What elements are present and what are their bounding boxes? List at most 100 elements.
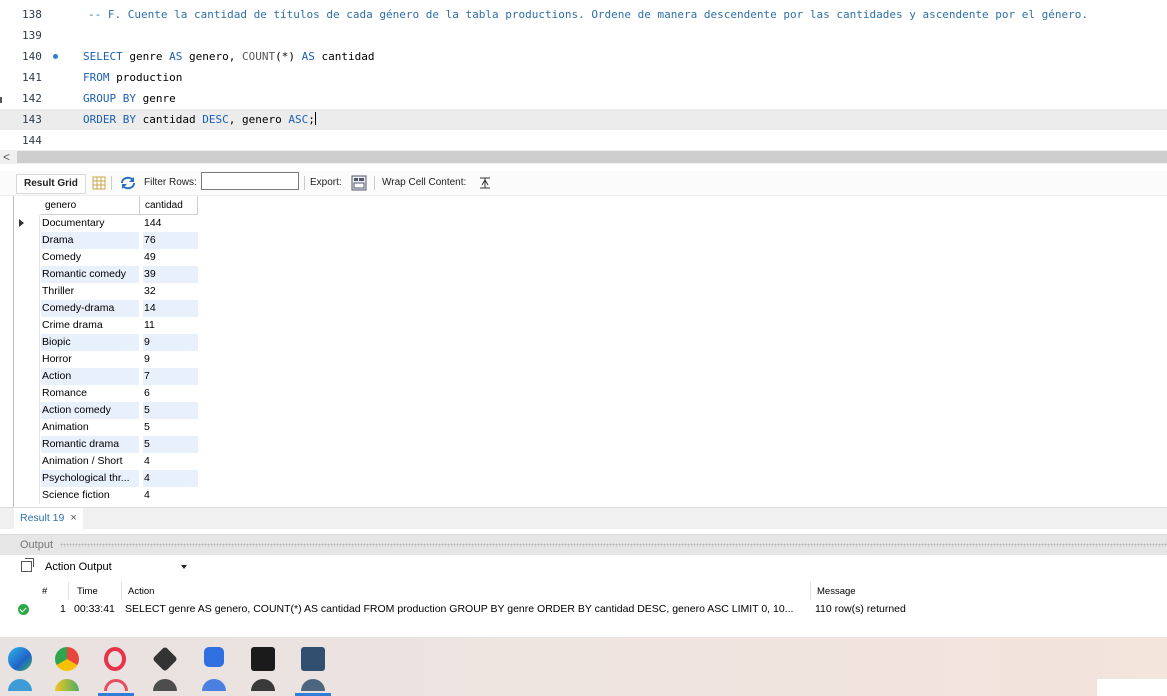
- cell-genero[interactable]: Animation: [41, 419, 139, 436]
- row-selector[interactable]: [13, 487, 40, 504]
- row-selector[interactable]: [13, 317, 40, 334]
- code-line[interactable]: 138 -- F. Cuente la cantidad de títulos d…: [0, 4, 1167, 25]
- cell-genero[interactable]: Biopic: [41, 334, 139, 351]
- row-selector[interactable]: [13, 334, 40, 351]
- row-selector[interactable]: [13, 368, 40, 385]
- cell-genero[interactable]: Science fiction: [41, 487, 139, 504]
- taskbar-app[interactable]: [243, 642, 283, 696]
- result-grid-tab[interactable]: Result Grid: [16, 174, 86, 194]
- cell-genero[interactable]: Crime drama: [41, 317, 139, 334]
- cell-cantidad[interactable]: 32: [143, 283, 198, 300]
- table-row[interactable]: Action 7: [13, 368, 198, 385]
- row-selector[interactable]: [13, 300, 40, 317]
- row-selector[interactable]: [13, 419, 40, 436]
- code-line[interactable]: 143 ORDER BY cantidad DESC, genero ASC;: [0, 109, 1167, 130]
- result-19-tab[interactable]: Result 19 ×: [14, 508, 83, 529]
- column-header-genero[interactable]: genero: [40, 196, 140, 215]
- table-row[interactable]: Romantic drama 5: [13, 436, 198, 453]
- row-selector[interactable]: [13, 385, 40, 402]
- cell-cantidad[interactable]: 4: [143, 487, 198, 504]
- action-output-select[interactable]: Action Output: [40, 558, 190, 576]
- row-selector[interactable]: [13, 470, 40, 487]
- refresh-icon[interactable]: [120, 176, 136, 193]
- cell-cantidad[interactable]: 49: [143, 249, 198, 266]
- table-row[interactable]: Science fiction 4: [13, 487, 198, 504]
- cell-cantidad[interactable]: 11: [143, 317, 198, 334]
- export-icon[interactable]: [351, 175, 369, 194]
- table-row[interactable]: Action comedy 5: [13, 402, 198, 419]
- cell-cantidad[interactable]: 5: [143, 402, 198, 419]
- cell-genero[interactable]: Horror: [41, 351, 139, 368]
- table-row[interactable]: Romance 6: [13, 385, 198, 402]
- cell-genero[interactable]: Comedy-drama: [41, 300, 139, 317]
- row-selector[interactable]: [13, 453, 40, 470]
- cell-cantidad[interactable]: 39: [143, 266, 198, 283]
- table-row[interactable]: Psychological thr... 4: [13, 470, 198, 487]
- result-grid[interactable]: genero cantidad Documentary 144 Drama 76 Com…: [13, 196, 198, 507]
- cell-genero[interactable]: Romantic drama: [41, 436, 139, 453]
- table-row[interactable]: Comedy 49: [13, 249, 198, 266]
- row-selector[interactable]: [13, 232, 40, 249]
- cell-cantidad[interactable]: 76: [143, 232, 198, 249]
- cell-cantidad[interactable]: 5: [143, 436, 198, 453]
- cell-cantidad[interactable]: 7: [143, 368, 198, 385]
- table-row[interactable]: Biopic 9: [13, 334, 198, 351]
- filter-rows-input[interactable]: [201, 172, 299, 190]
- cell-cantidad[interactable]: 9: [143, 351, 198, 368]
- close-icon[interactable]: ×: [70, 512, 76, 524]
- taskbar-app[interactable]: [293, 642, 333, 696]
- wrap-cell-icon[interactable]: [479, 177, 491, 192]
- cell-cantidad[interactable]: 144: [143, 215, 198, 232]
- taskbar-app[interactable]: [96, 642, 136, 696]
- table-row[interactable]: Comedy-drama 14: [13, 300, 198, 317]
- table-row[interactable]: Animation 5: [13, 419, 198, 436]
- taskbar-app[interactable]: [0, 642, 40, 696]
- output-row-action[interactable]: SELECT genre AS genero, COUNT(*) AS cant…: [125, 602, 793, 616]
- cell-genero[interactable]: Thriller: [41, 283, 139, 300]
- table-row[interactable]: Drama 76: [13, 232, 198, 249]
- row-selector[interactable]: [13, 283, 40, 300]
- row-selector[interactable]: [13, 436, 40, 453]
- taskbar-app[interactable]: [194, 642, 234, 696]
- row-selector[interactable]: [13, 249, 40, 266]
- cell-genero[interactable]: Psychological thr...: [41, 470, 139, 487]
- scrollbar-thumb[interactable]: [17, 151, 1167, 163]
- column-header-cantidad[interactable]: cantidad: [140, 196, 198, 215]
- cell-genero[interactable]: Romance: [41, 385, 139, 402]
- cell-cantidad[interactable]: 14: [143, 300, 198, 317]
- code-line[interactable]: 139: [0, 25, 1167, 46]
- code-line[interactable]: 142 GROUP BY genre: [0, 88, 1167, 109]
- cell-cantidad[interactable]: 5: [143, 419, 198, 436]
- taskbar-app[interactable]: [47, 642, 87, 696]
- table-row[interactable]: Horror 9: [13, 351, 198, 368]
- taskbar-app[interactable]: [145, 642, 185, 696]
- cell-cantidad[interactable]: 4: [143, 470, 198, 487]
- cell-cantidad[interactable]: 4: [143, 453, 198, 470]
- sql-editor[interactable]: 138 -- F. Cuente la cantidad de títulos d…: [0, 0, 1167, 150]
- row-selector[interactable]: [13, 266, 40, 283]
- row-selector[interactable]: [13, 351, 40, 368]
- cell-genero[interactable]: Documentary: [41, 215, 139, 232]
- code-line[interactable]: 140 SELECT genre AS genero, COUNT(*) AS c…: [0, 46, 1167, 67]
- cell-cantidad[interactable]: 9: [143, 334, 198, 351]
- table-row[interactable]: Thriller 32: [13, 283, 198, 300]
- row-selector[interactable]: [13, 215, 40, 232]
- cell-cantidad[interactable]: 6: [143, 385, 198, 402]
- cell-genero[interactable]: Action comedy: [41, 402, 139, 419]
- code-line[interactable]: 144: [0, 130, 1167, 150]
- copy-icon[interactable]: [21, 558, 34, 572]
- row-selector[interactable]: [13, 402, 40, 419]
- cell-genero[interactable]: Action: [41, 368, 139, 385]
- table-row[interactable]: Crime drama 11: [13, 317, 198, 334]
- cell-genero[interactable]: Drama: [41, 232, 139, 249]
- table-row[interactable]: Animation / Short 4: [13, 453, 198, 470]
- statement-marker-icon[interactable]: [53, 54, 58, 59]
- scroll-left-icon[interactable]: <: [3, 150, 10, 164]
- code-line[interactable]: 141 FROM production: [0, 67, 1167, 88]
- cell-genero[interactable]: Romantic comedy: [41, 266, 139, 283]
- cell-genero[interactable]: Comedy: [41, 249, 139, 266]
- grid-view-icon[interactable]: [92, 176, 106, 193]
- table-row[interactable]: Documentary 144: [13, 215, 198, 232]
- table-row[interactable]: Romantic comedy 39: [13, 266, 198, 283]
- editor-horizontal-scrollbar[interactable]: <: [0, 150, 1167, 164]
